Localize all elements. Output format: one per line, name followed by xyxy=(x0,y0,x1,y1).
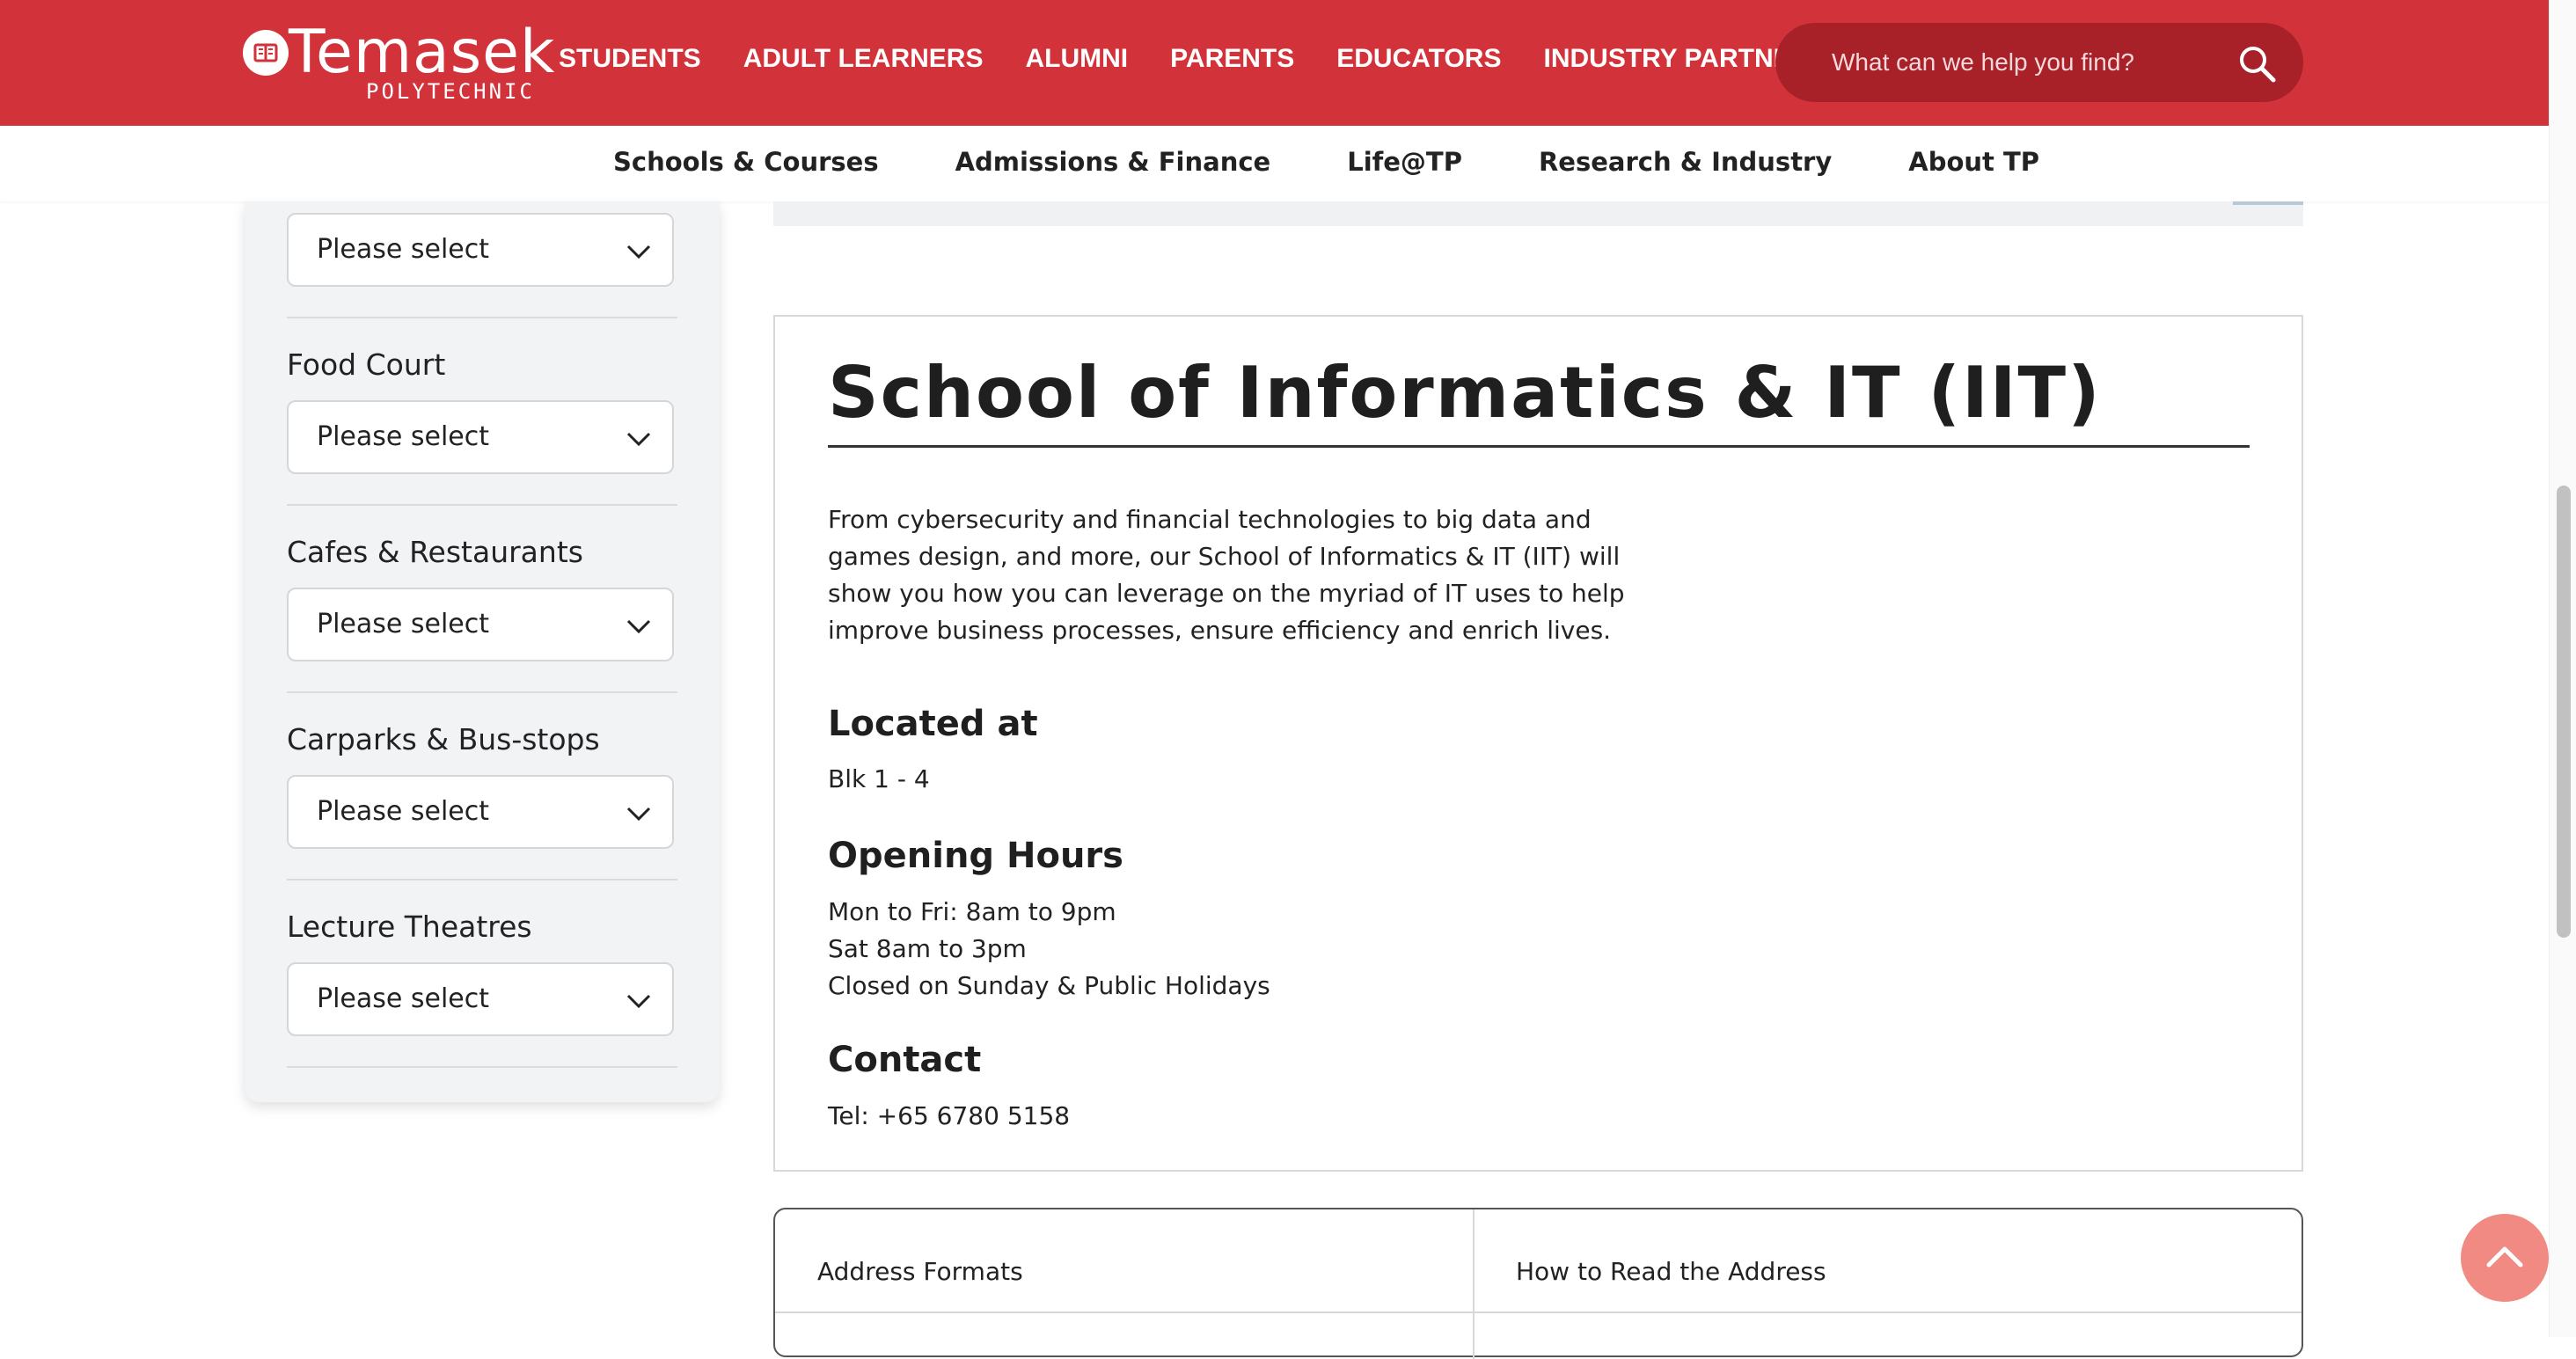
hours-closed: Closed on Sunday & Public Holidays xyxy=(828,971,1270,1000)
contact-phone[interactable]: Tel: +65 6780 5158 xyxy=(828,1098,1070,1135)
chevron-down-icon xyxy=(626,994,651,1009)
filter-panel: Please select Food Court Please select C… xyxy=(245,201,720,1102)
nav-adult-learners[interactable]: ADULT LEARNERS xyxy=(743,44,984,74)
address-table: Address Formats How to Read the Address xyxy=(773,1208,2303,1359)
contact-heading: Contact xyxy=(828,1040,982,1080)
table-header-address-formats: Address Formats xyxy=(817,1257,1023,1286)
search-box xyxy=(1775,23,2303,102)
location-value: Blk 1 - 4 xyxy=(828,764,930,793)
lecture-theatres-select[interactable]: Please select xyxy=(287,962,674,1036)
nav-students[interactable]: STUDENTS xyxy=(559,44,701,74)
main-nav: Schools & Courses Admissions & Finance L… xyxy=(0,126,2550,201)
school-description: From cybersecurity and financial technol… xyxy=(828,505,1625,645)
tp-crest-icon xyxy=(243,30,289,76)
select-value: Please select xyxy=(317,796,490,827)
filter-select-top[interactable]: Please select xyxy=(287,213,674,287)
banner-image-edge xyxy=(773,201,2303,226)
nav-research-industry[interactable]: Research & Industry xyxy=(1539,147,1832,177)
back-to-top-button[interactable] xyxy=(2461,1214,2549,1302)
nav-schools-courses[interactable]: Schools & Courses xyxy=(613,147,879,177)
hours-heading: Opening Hours xyxy=(828,836,1123,876)
food-court-select[interactable]: Please select xyxy=(287,400,674,474)
chevron-down-icon xyxy=(626,245,651,259)
scrollbar-track[interactable] xyxy=(2549,0,2576,1337)
row-divider xyxy=(775,1312,2302,1313)
chevron-down-icon xyxy=(626,619,651,634)
page-title: School of Informatics & IT (IIT) xyxy=(828,352,2102,434)
divider xyxy=(287,879,677,880)
temasek-logo[interactable]: Temasek POLYTECHNIC xyxy=(243,18,554,106)
located-heading: Located at xyxy=(828,704,1038,744)
divider xyxy=(287,691,677,693)
top-header: Temasek POLYTECHNIC STUDENTS ADULT LEARN… xyxy=(0,0,2550,126)
scrollbar-thumb[interactable] xyxy=(2557,486,2571,938)
chevron-down-icon xyxy=(626,807,651,822)
nav-admissions-finance[interactable]: Admissions & Finance xyxy=(955,147,1271,177)
select-value: Please select xyxy=(317,234,490,265)
school-info-card: School of Informatics & IT (IIT) From cy… xyxy=(773,315,2303,1172)
nav-educators[interactable]: EDUCATORS xyxy=(1336,44,1501,74)
filter-label-cafes: Cafes & Restaurants xyxy=(287,535,583,569)
logo-subtitle: POLYTECHNIC xyxy=(366,79,535,104)
filter-label-carparks: Carparks & Bus-stops xyxy=(287,722,600,756)
nav-life-at-tp[interactable]: Life@TP xyxy=(1347,147,1462,177)
filter-label-food-court: Food Court xyxy=(287,347,446,382)
logo-wordmark: Temasek xyxy=(289,18,556,87)
select-value: Please select xyxy=(317,983,490,1014)
chevron-down-icon xyxy=(626,432,651,447)
divider xyxy=(287,1066,677,1068)
audience-nav: STUDENTS ADULT LEARNERS ALUMNI PARENTS E… xyxy=(559,44,1870,74)
chevron-up-icon xyxy=(2486,1246,2523,1268)
divider xyxy=(287,504,677,506)
hours-weekday: Mon to Fri: 8am to 9pm xyxy=(828,897,1116,926)
divider xyxy=(287,317,677,318)
select-value: Please select xyxy=(317,421,490,452)
table-header-how-to-read: How to Read the Address xyxy=(1516,1257,1826,1286)
title-underline xyxy=(828,445,2250,448)
filter-label-lecture-theatres: Lecture Theatres xyxy=(287,910,532,944)
search-icon[interactable] xyxy=(2236,43,2277,84)
carparks-select[interactable]: Please select xyxy=(287,775,674,849)
cafes-select[interactable]: Please select xyxy=(287,588,674,661)
nav-about-tp[interactable]: About TP xyxy=(1908,147,2039,177)
search-input[interactable] xyxy=(1830,42,2221,83)
select-value: Please select xyxy=(317,609,490,639)
nav-parents[interactable]: PARENTS xyxy=(1170,44,1294,74)
nav-alumni[interactable]: ALUMNI xyxy=(1025,44,1128,74)
hours-saturday: Sat 8am to 3pm xyxy=(828,934,1027,963)
